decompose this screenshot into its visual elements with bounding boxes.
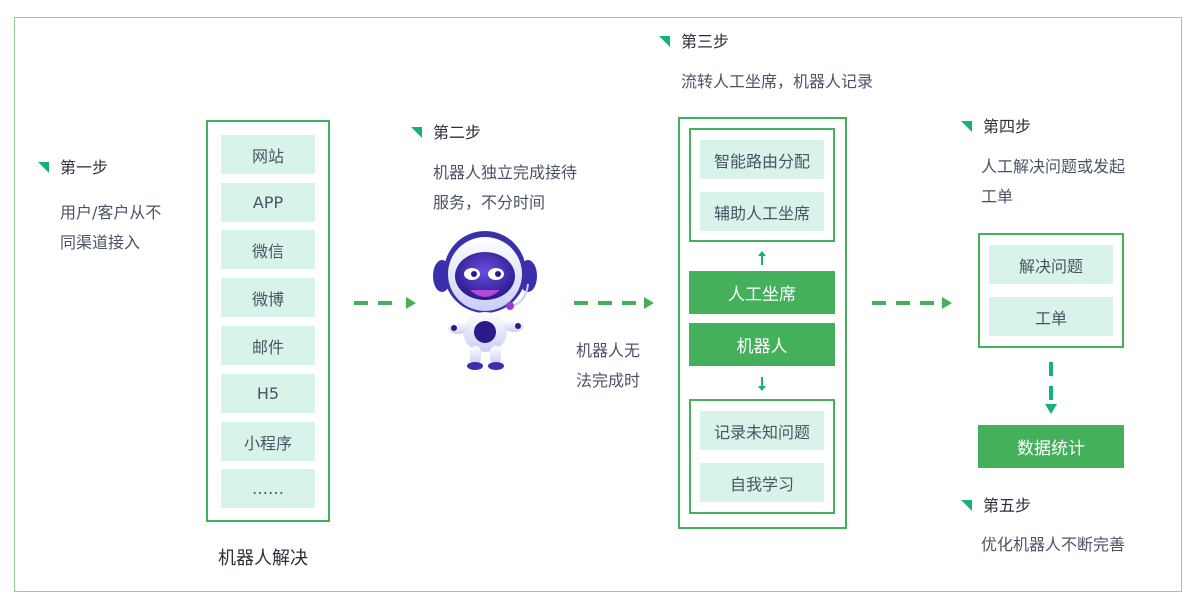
step3-title-text: 第三步: [681, 32, 730, 51]
routing-tile: 智能路由分配: [700, 140, 824, 179]
channel-tile: H5: [221, 374, 315, 413]
routing-tile: 辅助人工坐席: [700, 192, 824, 231]
step5-description: 优化机器人不断完善: [981, 535, 1126, 554]
flow-arrow-icon: [872, 297, 952, 309]
data-stats-block: 数据统计: [978, 425, 1124, 468]
step4-title-text: 第四步: [983, 117, 1032, 136]
step4-desc-line: 人工解决问题或发起: [981, 157, 1126, 176]
step4-title: 第四步: [961, 117, 1032, 137]
transfer-note-line: 机器人无: [576, 341, 641, 360]
channel-tile: 微信: [221, 230, 315, 269]
step2-description: 机器人独立完成接待 服务，不分时间: [433, 158, 577, 218]
channel-tile: APP: [221, 183, 315, 222]
step5-title-text: 第五步: [983, 496, 1032, 515]
step1-desc-line: 同渠道接入: [60, 233, 141, 252]
step-marker-icon: [38, 162, 49, 173]
channel-tile: 小程序: [221, 422, 315, 461]
step2-title: 第二步: [411, 123, 482, 143]
channel-tile: 邮件: [221, 326, 315, 365]
step1-desc-line: 用户/客户从不: [60, 203, 162, 222]
transfer-note: 机器人无 法完成时: [576, 336, 640, 396]
channel-tile: 网站: [221, 135, 315, 174]
human-agent-block: 人工坐席: [689, 271, 835, 314]
step2-title-text: 第二步: [433, 123, 482, 142]
arrow-down-icon: [758, 377, 766, 391]
step1-title: 第一步: [38, 158, 109, 178]
robot-mascot-icon: [433, 231, 537, 370]
flow-arrow-icon: [354, 297, 418, 309]
flow-arrow-icon: [574, 297, 654, 309]
step4-desc-line: 工单: [981, 187, 1014, 206]
step3-title: 第三步: [659, 32, 730, 52]
flow-arrow-down-icon: [1045, 362, 1057, 414]
step-marker-icon: [411, 127, 422, 138]
resolution-tile: 解决问题: [989, 245, 1113, 284]
step2-desc-line: 机器人独立完成接待: [433, 163, 578, 182]
step2-desc-line: 服务，不分时间: [433, 193, 546, 212]
step3-description: 流转人工坐席，机器人记录: [681, 72, 874, 91]
transfer-note-line: 法完成时: [576, 371, 641, 390]
channel-tile: ……: [221, 469, 315, 508]
channel-tile: 微博: [221, 278, 315, 317]
step-marker-icon: [961, 500, 972, 511]
channels-caption: 机器人解决: [218, 548, 308, 569]
learning-tile: 自我学习: [700, 463, 824, 502]
learning-tile: 记录未知问题: [700, 411, 824, 450]
step1-title-text: 第一步: [60, 158, 109, 177]
channels-box: [206, 120, 330, 522]
step4-description: 人工解决问题或发起 工单: [981, 152, 1125, 212]
step1-description: 用户/客户从不 同渠道接入: [60, 198, 161, 258]
step-marker-icon: [961, 121, 972, 132]
step-marker-icon: [659, 36, 670, 47]
arrow-up-icon: [758, 251, 766, 265]
step5-title: 第五步: [961, 496, 1032, 516]
resolution-tile: 工单: [989, 297, 1113, 336]
robot-block: 机器人: [689, 323, 835, 366]
